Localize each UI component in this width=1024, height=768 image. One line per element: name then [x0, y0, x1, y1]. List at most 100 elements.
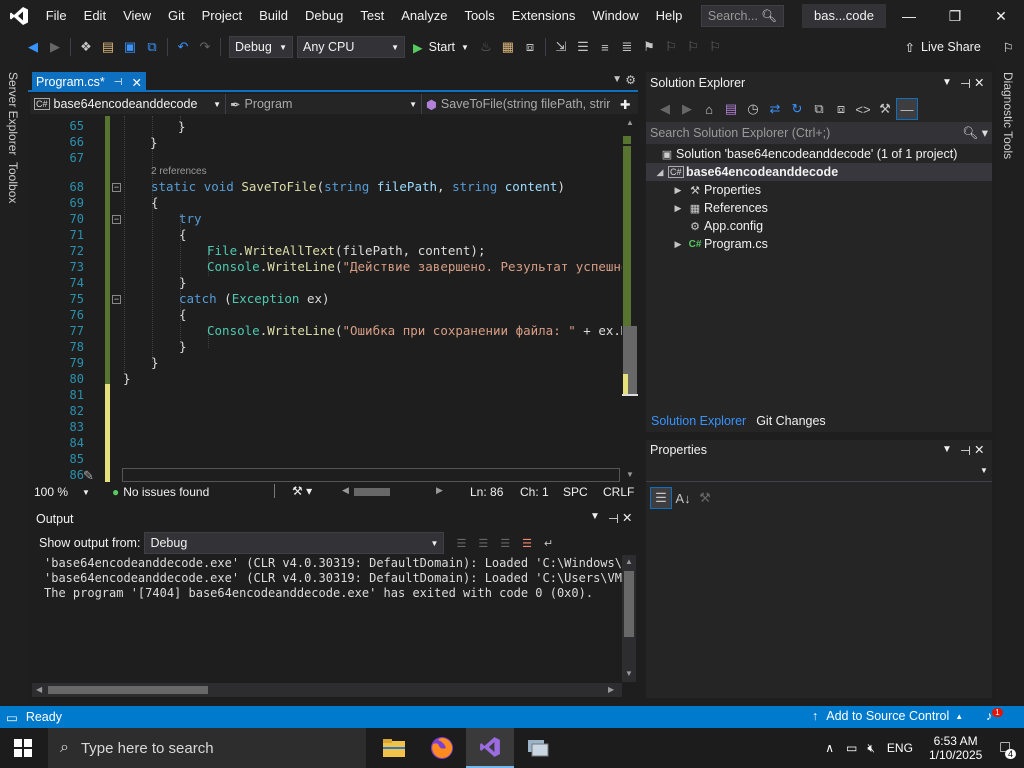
output-horizontal-scrollbar[interactable]: ◀ ▶	[32, 683, 622, 697]
network-icon[interactable]: ▭	[846, 741, 857, 755]
show-all-files-icon[interactable]: ⧈	[830, 98, 852, 120]
next-bookmark-icon[interactable]: ⚐	[682, 36, 704, 58]
server-explorer-tab[interactable]: Server Explorer	[6, 72, 20, 155]
comment-icon[interactable]: ≡	[594, 36, 616, 58]
step-over-icon[interactable]: ☰	[572, 36, 594, 58]
code-editor[interactable]: 65 66 67 68 69 70 71 72 73 74 75 76 77 7…	[30, 116, 638, 482]
clear-all-icon[interactable]: ☰	[522, 537, 532, 550]
pin-icon[interactable]: ⊣	[608, 511, 619, 526]
file-explorer-icon[interactable]	[370, 728, 418, 768]
taskbar-search-box[interactable]: ⌕ Type here to search	[48, 728, 366, 768]
gear-icon[interactable]: ⚙	[625, 73, 636, 87]
wrench-icon[interactable]: ⚒	[874, 98, 896, 120]
collapse-icon[interactable]: −	[112, 295, 121, 304]
switch-views-icon[interactable]: ▤	[720, 98, 742, 120]
tree-project[interactable]: ◢ C# base64encodeanddecode	[646, 163, 992, 181]
chevron-up-icon[interactable]: ∧	[825, 741, 834, 755]
word-wrap-icon[interactable]: ↵	[544, 537, 553, 550]
step-into-icon[interactable]: ⇲	[550, 36, 572, 58]
menu-build[interactable]: Build	[251, 0, 297, 32]
issues-status[interactable]: No issues found	[123, 485, 209, 499]
tab-solution-explorer[interactable]: Solution Explorer	[646, 414, 751, 428]
hot-reload-icon[interactable]: ♨	[475, 36, 497, 58]
menu-extensions[interactable]: Extensions	[503, 0, 584, 32]
scroll-up-icon[interactable]: ▲	[625, 557, 633, 566]
output-vertical-scrollbar[interactable]: ▲ ▼	[622, 555, 636, 682]
bookmark-icon[interactable]: ⚑	[638, 36, 660, 58]
line-indicator[interactable]: Ln: 86	[470, 485, 503, 499]
firefox-icon[interactable]	[418, 728, 466, 768]
chevron-down-icon[interactable]: ▼	[942, 444, 952, 455]
forward-icon[interactable]: ▶	[44, 36, 66, 58]
refresh-icon[interactable]: ↻	[786, 98, 808, 120]
back-icon[interactable]: ◀	[654, 98, 676, 120]
diagnostic-tools-tab[interactable]: Diagnostic Tools	[1001, 72, 1015, 159]
collapsed-icon[interactable]: ▶	[670, 203, 686, 214]
network-app-icon[interactable]	[514, 728, 562, 768]
find-message-icon[interactable]: ☰	[456, 537, 466, 550]
solution-name-badge[interactable]: bas...code	[802, 4, 886, 28]
whitespace-indicator[interactable]: SPC	[563, 485, 588, 499]
tree-item-app-config[interactable]: ⚙ App.config	[646, 217, 992, 235]
pending-changes-filter-icon[interactable]: ◷	[742, 98, 764, 120]
close-icon[interactable]: ✕	[974, 75, 984, 90]
undo-icon[interactable]: ↶	[172, 36, 194, 58]
tab-program-cs[interactable]: Program.cs* ⊣ ✕	[32, 72, 146, 92]
collapsed-icon[interactable]: ▶	[670, 185, 686, 196]
close-icon[interactable]: ✕	[974, 442, 984, 457]
close-tab-icon[interactable]: ✕	[132, 75, 142, 90]
tree-item-program-cs[interactable]: ▶ C# Program.cs	[646, 235, 992, 253]
chevron-down-icon[interactable]: ▼	[942, 77, 952, 88]
scroll-right-icon[interactable]: ▶	[436, 485, 443, 496]
clear-bookmarks-icon[interactable]: ⚐	[704, 36, 726, 58]
close-icon[interactable]: ✕	[622, 510, 632, 525]
expanded-icon[interactable]: ◢	[652, 167, 668, 178]
feedback-icon[interactable]: ⚐	[1003, 40, 1014, 55]
collapse-all-icon[interactable]: ⧉	[808, 98, 830, 120]
chevron-down-icon[interactable]: ▼	[590, 511, 600, 522]
next-message-icon[interactable]: ☰	[500, 537, 510, 550]
zoom-level[interactable]: 100 %	[34, 485, 68, 499]
browser-link-icon[interactable]: ⧈	[519, 36, 541, 58]
split-editor-icon[interactable]: ✚	[620, 97, 630, 112]
redo-icon[interactable]: ↷	[194, 36, 216, 58]
toolbox-tab[interactable]: Toolbox	[6, 162, 20, 203]
live-share-button[interactable]: ⇧ Live Share ⚐	[905, 40, 1024, 55]
alphabetical-icon[interactable]: A↓	[672, 487, 694, 509]
editor-vertical-scrollbar[interactable]: ▲ ▼	[622, 116, 638, 482]
start-debugging-button[interactable]: ▶ Start ▼	[413, 40, 469, 55]
menu-edit[interactable]: Edit	[75, 0, 114, 32]
prev-bookmark-icon[interactable]: ⚐	[660, 36, 682, 58]
properties-object-select[interactable]: ▼	[646, 462, 992, 482]
codelens-references[interactable]: 2 references	[151, 166, 207, 177]
member-select[interactable]: ⬢ SaveToFile(string filePath, strir	[422, 94, 618, 114]
scroll-right-icon[interactable]: ▶	[608, 685, 614, 694]
search-input[interactable]: Search... 🔍︎	[700, 5, 784, 27]
view-code-icon[interactable]: <>	[852, 98, 874, 120]
back-icon[interactable]: ◀	[22, 36, 44, 58]
restore-icon[interactable]: ❐	[932, 0, 978, 32]
menu-help[interactable]: Help	[647, 0, 691, 32]
platform-select[interactable]: Any CPU ▼	[297, 36, 405, 58]
save-icon[interactable]: ▣	[119, 36, 141, 58]
home-icon[interactable]: ⌂	[698, 98, 720, 120]
scroll-thumb[interactable]	[624, 571, 634, 637]
prev-message-icon[interactable]: ☰	[478, 537, 488, 550]
menu-view[interactable]: View	[115, 0, 160, 32]
menu-tools[interactable]: Tools	[456, 0, 503, 32]
project-scope-select[interactable]: C# base64encodeanddecode ▼	[30, 94, 226, 114]
class-select[interactable]: ✒ Program ▼	[226, 94, 422, 114]
tree-item-references[interactable]: ▶ ▦ References	[646, 199, 992, 217]
tree-solution[interactable]: ▣ Solution 'base64encodeanddecode' (1 of…	[646, 145, 992, 163]
uncomment-icon[interactable]: ≣	[616, 36, 638, 58]
brush-icon[interactable]: ✎	[83, 468, 94, 482]
chevron-down-icon[interactable]: ▼	[612, 74, 622, 85]
sync-icon[interactable]: ⇄	[764, 98, 786, 120]
chevron-down-icon[interactable]: ▼	[82, 488, 90, 497]
collapsed-icon[interactable]: ▶	[670, 239, 686, 250]
language-indicator[interactable]: ENG	[887, 741, 913, 755]
scroll-down-icon[interactable]: ▼	[625, 669, 633, 678]
menu-git[interactable]: Git	[160, 0, 194, 32]
forward-icon[interactable]: ▶	[676, 98, 698, 120]
visual-studio-logo-icon[interactable]	[0, 0, 37, 32]
